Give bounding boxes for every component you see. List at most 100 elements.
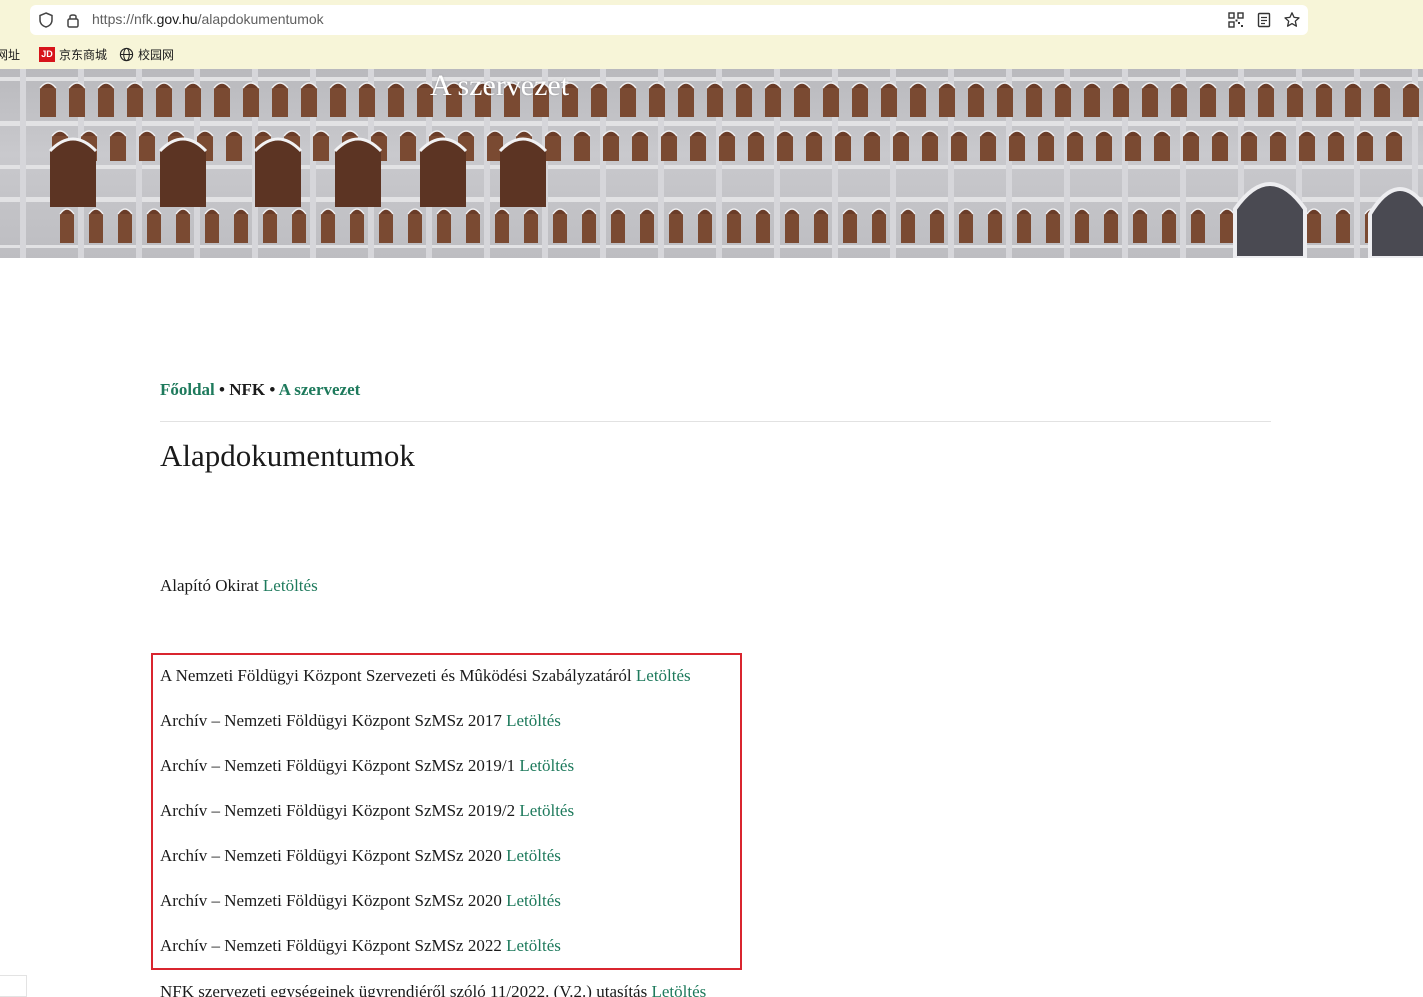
list-item: Archív – Nemzeti Földügyi Központ SzMSz … [160, 936, 561, 956]
reader-mode-icon[interactable] [1255, 11, 1273, 29]
window [301, 87, 317, 117]
window [1316, 87, 1332, 117]
window [1038, 135, 1054, 161]
window-arch [262, 208, 278, 215]
window-arch [689, 130, 707, 137]
download-link[interactable]: Letöltés [506, 936, 561, 955]
window [1403, 87, 1419, 117]
window [1386, 135, 1402, 161]
large-window [160, 149, 206, 207]
window-arch [329, 82, 347, 89]
window [823, 87, 839, 117]
window [60, 213, 74, 243]
window [1270, 135, 1286, 161]
window [765, 87, 781, 117]
window-arch [871, 208, 887, 215]
window-arch [726, 208, 742, 215]
window-arch [1219, 208, 1235, 215]
window [910, 87, 926, 117]
url-text[interactable]: https://nfk.gov.hu/alapdokumentumok [92, 11, 324, 27]
window-arch [523, 208, 539, 215]
breadcrumb-home-link[interactable]: Főoldal [160, 380, 215, 399]
window [661, 135, 677, 161]
download-link[interactable]: Letöltés [506, 891, 561, 910]
window-arch [175, 208, 191, 215]
window-arch [668, 208, 684, 215]
window [852, 87, 868, 117]
shield-icon[interactable] [37, 11, 55, 29]
window-arch [1083, 82, 1101, 89]
window [330, 87, 346, 117]
bookmark-jd[interactable]: JD 京东商城 [39, 46, 107, 63]
window [1171, 87, 1187, 117]
window-arch [747, 130, 765, 137]
download-link[interactable]: Letöltés [519, 756, 574, 775]
window [988, 213, 1002, 243]
window-arch [755, 208, 771, 215]
bookmark-campus[interactable]: 校园网 [119, 46, 174, 63]
page-title: Alapdokumentumok [160, 438, 415, 473]
window-arch [399, 130, 417, 137]
globe-icon [119, 47, 134, 62]
window [40, 87, 56, 117]
window [1345, 87, 1361, 117]
window [951, 135, 967, 161]
list-item: Archív – Nemzeti Földügyi Központ SzMSz … [160, 756, 574, 776]
document-title: Archív – Nemzeti Földügyi Központ SzMSz … [160, 801, 520, 820]
window-arch [1199, 82, 1217, 89]
window-arch [109, 130, 127, 137]
download-link[interactable]: Letöltés [651, 982, 706, 997]
window [632, 135, 648, 161]
window [118, 213, 132, 243]
breadcrumb-current-link[interactable]: A szervezet [279, 380, 361, 399]
window [574, 135, 590, 161]
download-link[interactable]: Letöltés [263, 576, 318, 595]
bookmark-websites[interactable]: 网址 [0, 46, 20, 63]
window-arch [1161, 208, 1177, 215]
window-arch [1327, 130, 1345, 137]
window-arch [320, 208, 336, 215]
window [794, 87, 810, 117]
hero-title: A szervezet [430, 69, 570, 102]
window [379, 213, 393, 243]
window-arch [573, 130, 591, 137]
breadcrumb-nfk: NFK [229, 380, 266, 399]
window [864, 135, 880, 161]
window-arch [349, 208, 365, 215]
window [893, 135, 909, 161]
url-path: /alapdokumentumok [197, 11, 324, 27]
window [756, 213, 770, 243]
lock-icon[interactable] [64, 11, 82, 29]
window [127, 87, 143, 117]
window [785, 213, 799, 243]
download-link[interactable]: Letöltés [506, 711, 561, 730]
window [272, 87, 288, 117]
star-bookmark-icon[interactable] [1283, 11, 1301, 29]
divider [160, 421, 1271, 422]
window [1125, 135, 1141, 161]
window [1287, 87, 1303, 117]
download-link[interactable]: Letöltés [519, 801, 574, 820]
window [1046, 213, 1060, 243]
window-arch [677, 82, 695, 89]
window [748, 135, 764, 161]
window-arch [204, 208, 220, 215]
address-bar[interactable]: https://nfk.gov.hu/alapdokumentumok [30, 5, 1308, 35]
window-arch [929, 208, 945, 215]
download-link[interactable]: Letöltés [506, 846, 561, 865]
window [591, 87, 607, 117]
window [603, 135, 619, 161]
window [1162, 213, 1176, 243]
window [1104, 213, 1118, 243]
window [968, 87, 984, 117]
window-arch [851, 82, 869, 89]
qr-code-icon[interactable] [1227, 11, 1245, 29]
window-arch [1025, 82, 1043, 89]
download-link[interactable]: Letöltés [636, 666, 691, 685]
window [263, 213, 277, 243]
window [649, 87, 665, 117]
window-arch [581, 208, 597, 215]
window [408, 213, 422, 243]
document-title: Archív – Nemzeti Földügyi Központ SzMSz … [160, 756, 520, 775]
breadcrumb-separator: • [219, 380, 225, 399]
